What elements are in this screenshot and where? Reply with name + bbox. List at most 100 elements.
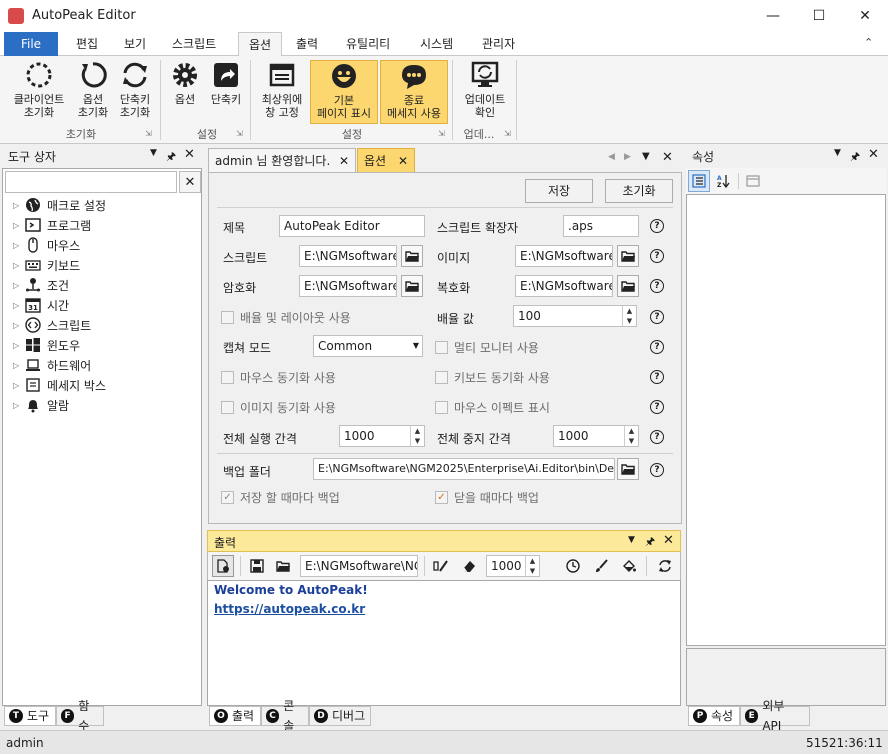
stepper-arrows-icon[interactable]: ▲ ▼ bbox=[410, 426, 424, 446]
refresh-button[interactable] bbox=[654, 555, 676, 577]
log-link[interactable]: https://autopeak.co.kr bbox=[214, 602, 365, 616]
tab-tools[interactable]: T 도구 bbox=[4, 706, 56, 726]
image-sync-checkbox[interactable]: 이미지 동기화 사용 bbox=[221, 399, 336, 416]
folder-browse-button[interactable] bbox=[617, 245, 639, 267]
tab-file[interactable]: File bbox=[4, 32, 58, 56]
help-icon[interactable]: ? bbox=[650, 430, 664, 444]
close-doc-icon[interactable]: ✕ bbox=[662, 150, 673, 165]
expand-icon[interactable]: ▷ bbox=[13, 301, 25, 310]
close-tab-icon[interactable]: ✕ bbox=[339, 149, 349, 173]
folder-browse-button[interactable] bbox=[617, 275, 639, 297]
folder-browse-button[interactable] bbox=[617, 458, 639, 480]
tree-item-hardware[interactable]: ▷ 하드웨어 bbox=[13, 355, 91, 375]
minimize-button[interactable]: — bbox=[750, 0, 796, 32]
tree-item-keyboard[interactable]: ▷ 키보드 bbox=[13, 255, 80, 275]
toolbox-search-input[interactable] bbox=[5, 171, 177, 193]
tab-utility[interactable]: 유틸리티 bbox=[336, 32, 400, 56]
scale-value-stepper[interactable]: 100 ▲ ▼ bbox=[513, 305, 637, 327]
tab-scroll-right-icon[interactable]: ▶ bbox=[624, 152, 631, 162]
timestamp-button[interactable] bbox=[562, 555, 584, 577]
encrypt-path-input[interactable]: E:\NGMsoftware\I bbox=[299, 275, 397, 297]
tab-script[interactable]: 스크립트 bbox=[162, 32, 226, 56]
multi-monitor-checkbox[interactable]: 멀티 모니터 사용 bbox=[435, 339, 539, 356]
tab-edit[interactable]: 편집 bbox=[66, 32, 108, 56]
stepper-arrows-icon[interactable]: ▲ ▼ bbox=[624, 426, 638, 446]
help-icon[interactable]: ? bbox=[650, 463, 664, 477]
help-icon[interactable]: ? bbox=[650, 219, 664, 233]
new-log-button[interactable] bbox=[212, 555, 234, 577]
help-icon[interactable]: ? bbox=[650, 279, 664, 293]
doc-tab-options[interactable]: 옵션 ✕ bbox=[357, 148, 415, 172]
log-path-input[interactable]: E:\NGMsoftware\NG bbox=[300, 555, 418, 577]
tab-functions[interactable]: F 함수 bbox=[56, 699, 104, 733]
expand-icon[interactable]: ▷ bbox=[13, 361, 25, 370]
expand-icon[interactable]: ▷ bbox=[13, 341, 25, 350]
image-path-input[interactable]: E:\NGMsoftware\I bbox=[515, 245, 613, 267]
update-check-button[interactable]: 업데이트 확인 bbox=[456, 60, 514, 119]
reset-button[interactable]: 초기화 bbox=[605, 179, 673, 203]
ext-input[interactable]: .aps bbox=[563, 215, 639, 237]
text-color-button[interactable] bbox=[590, 555, 612, 577]
tab-external-api[interactable]: E 외부 API bbox=[740, 699, 810, 733]
script-path-input[interactable]: E:\NGMsoftware\I bbox=[299, 245, 397, 267]
option-button[interactable]: 옵션 bbox=[166, 60, 204, 106]
help-icon[interactable]: ? bbox=[650, 249, 664, 263]
collapse-ribbon-icon[interactable]: ⌃ bbox=[864, 36, 873, 49]
mouse-sync-checkbox[interactable]: 마우스 동기화 사용 bbox=[221, 369, 336, 386]
folder-browse-button[interactable] bbox=[401, 245, 423, 267]
tab-view[interactable]: 보기 bbox=[114, 32, 156, 56]
basic-page-toggle[interactable]: 기본 페이지 표시 bbox=[310, 60, 378, 124]
expand-icon[interactable]: ▷ bbox=[13, 261, 25, 270]
capture-mode-select[interactable]: Common ▼ bbox=[313, 335, 423, 357]
title-input[interactable]: AutoPeak Editor bbox=[279, 215, 425, 237]
shortcut-button[interactable]: 단축키 bbox=[206, 60, 246, 106]
close-panel-icon[interactable]: ✕ bbox=[868, 147, 879, 162]
checkbox-box[interactable] bbox=[221, 311, 234, 324]
option-reset-button[interactable]: 옵션 초기화 bbox=[72, 60, 114, 119]
tree-item-alarm[interactable]: ▷ 알람 bbox=[13, 395, 69, 415]
tab-debug[interactable]: D 디버그 bbox=[309, 706, 371, 726]
stepper-arrows-icon[interactable]: ▲ ▼ bbox=[525, 556, 539, 576]
checkbox-box[interactable] bbox=[221, 401, 234, 414]
tab-list-icon[interactable]: ▼ bbox=[642, 151, 650, 162]
help-icon[interactable]: ? bbox=[650, 400, 664, 414]
help-icon[interactable]: ? bbox=[650, 310, 664, 324]
topmost-button[interactable]: 최상위에 창 고정 bbox=[254, 60, 310, 119]
tab-properties[interactable]: P 속성 bbox=[688, 706, 740, 726]
log-interval-stepper[interactable]: 1000 ▲ ▼ bbox=[486, 555, 540, 577]
doc-tab-welcome[interactable]: admin 님 환영합니다. ✕ bbox=[208, 148, 356, 172]
checkbox-box[interactable] bbox=[221, 371, 234, 384]
tree-item-time[interactable]: ▷ 31 시간 bbox=[13, 295, 69, 315]
tab-options[interactable]: 옵션 bbox=[238, 32, 283, 57]
open-folder-button[interactable] bbox=[272, 555, 294, 577]
tab-console[interactable]: C 콘솔 bbox=[261, 699, 309, 733]
pin-icon[interactable]: 🖈 bbox=[645, 533, 655, 552]
dropdown-arrow-icon[interactable]: ▼ bbox=[150, 148, 157, 158]
pin-icon[interactable]: 🖈 bbox=[850, 148, 860, 167]
checkbox-box[interactable]: ✓ bbox=[435, 491, 448, 504]
tab-admin[interactable]: 관리자 bbox=[472, 32, 525, 56]
tree-item-mouse[interactable]: ▷ 마우스 bbox=[13, 235, 80, 255]
client-reset-button[interactable]: 클라이언트 초기화 bbox=[6, 60, 72, 119]
backup-on-save-checkbox[interactable]: ✓ 저장 할 때마다 백업 bbox=[221, 489, 340, 506]
expand-icon[interactable]: ▷ bbox=[13, 321, 25, 330]
mouse-effect-checkbox[interactable]: 마우스 이펙트 표시 bbox=[435, 399, 550, 416]
expand-icon[interactable]: ▷ bbox=[13, 201, 25, 210]
tree-item-script[interactable]: ▷ 스크립트 bbox=[13, 315, 91, 335]
tab-output[interactable]: 출력 bbox=[286, 32, 328, 56]
help-icon[interactable]: ? bbox=[650, 340, 664, 354]
tree-item-macro[interactable]: ▷ 매크로 설정 bbox=[13, 195, 106, 215]
expand-icon[interactable]: ▷ bbox=[13, 281, 25, 290]
stepper-arrows-icon[interactable]: ▲ ▼ bbox=[622, 306, 636, 326]
close-window-button[interactable]: ✕ bbox=[842, 0, 888, 32]
tree-item-program[interactable]: ▷ 프로그램 bbox=[13, 215, 91, 235]
folder-browse-button[interactable] bbox=[401, 275, 423, 297]
expand-icon[interactable]: ▷ bbox=[13, 401, 25, 410]
clear-search-button[interactable]: ✕ bbox=[179, 171, 201, 193]
help-icon[interactable]: ? bbox=[650, 370, 664, 384]
close-panel-icon[interactable]: ✕ bbox=[663, 533, 674, 548]
dropdown-arrow-icon[interactable]: ▼ bbox=[628, 535, 635, 545]
checkbox-box[interactable] bbox=[435, 401, 448, 414]
stop-interval-stepper[interactable]: 1000 ▲ ▼ bbox=[553, 425, 639, 447]
scale-layout-checkbox[interactable]: 배율 및 레이아웃 사용 bbox=[221, 309, 351, 326]
